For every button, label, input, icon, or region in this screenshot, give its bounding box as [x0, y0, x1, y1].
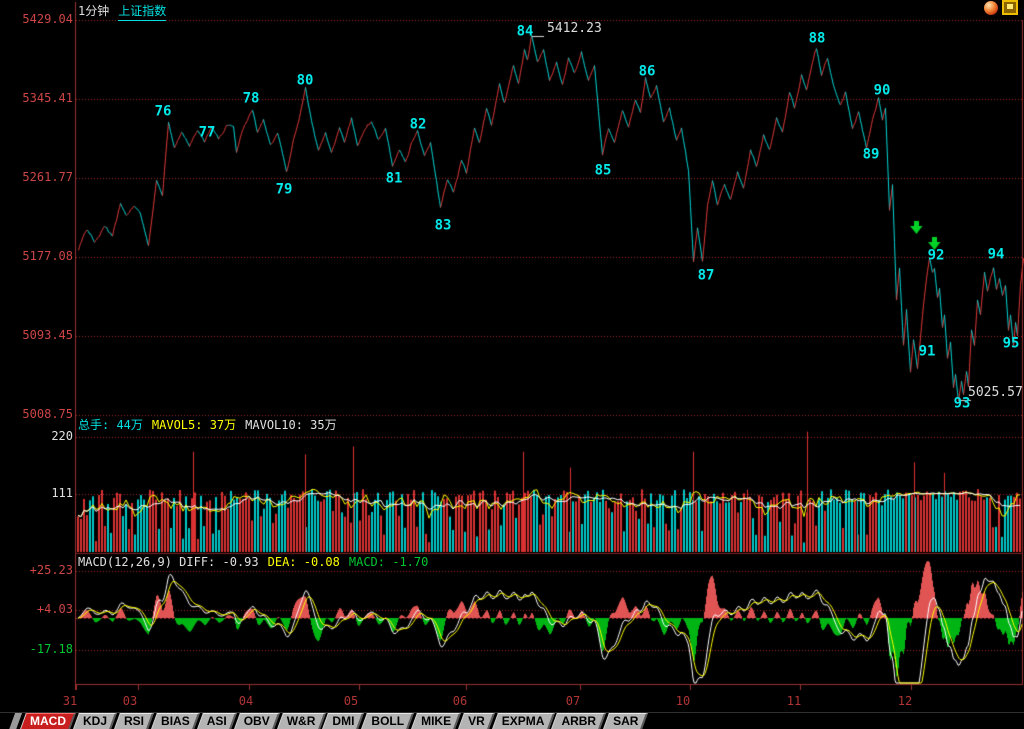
timeframe-label: 1分钟: [78, 2, 109, 21]
chart-title: 1分钟 上证指数: [78, 2, 166, 21]
volume-header-item: MAVOL5: 37万: [152, 416, 236, 433]
volume-header-item: 总手: 44万: [78, 416, 143, 433]
macd-header-item: MACD(12,26,9) DIFF: -0.93: [78, 555, 259, 569]
symbol-link[interactable]: 上证指数: [118, 2, 166, 21]
tab-label: ARBR: [554, 713, 603, 729]
volume-header-item: MAVOL10: 35万: [245, 416, 336, 433]
stock-app-window: 1分钟 上证指数 5429.045345.415261.775177.08509…: [0, 0, 1024, 729]
tab-boll[interactable]: BOLL: [364, 713, 411, 729]
tab-vr[interactable]: VR: [461, 713, 492, 729]
tab-label: SAR: [606, 713, 645, 729]
tab-label: KDJ: [76, 713, 114, 729]
tab-wr[interactable]: W&R: [280, 713, 323, 729]
tab-label: VR: [461, 713, 492, 729]
tab-label: OBV: [237, 713, 277, 729]
macd-header: MACD(12,26,9) DIFF: -0.93 DEA: -0.08 MACD:…: [78, 555, 428, 569]
tab-label: RSI: [117, 713, 151, 729]
tab-label: BIAS: [154, 713, 197, 729]
tab-label: MACD: [23, 713, 73, 729]
window-restore-glyph: [1007, 4, 1013, 9]
tab-mike[interactable]: MIKE: [414, 713, 458, 729]
tab-arbr[interactable]: ARBR: [554, 713, 603, 729]
macd-header-item: MACD: -1.70: [349, 555, 428, 569]
tab-label: BOLL: [364, 713, 411, 729]
tab-kdj[interactable]: KDJ: [76, 713, 114, 729]
tab-label: W&R: [280, 713, 323, 729]
globe-icon[interactable]: [984, 1, 998, 15]
tab-label: EXPMA: [495, 713, 552, 729]
tab-sar[interactable]: SAR: [606, 713, 645, 729]
tab-asi[interactable]: ASI: [200, 713, 234, 729]
chart-canvas[interactable]: [0, 0, 1024, 729]
macd-header-item: DEA: -0.08: [268, 555, 340, 569]
tab-macd[interactable]: MACD: [23, 713, 73, 729]
tab-label: DMI: [325, 713, 361, 729]
tab-rsi[interactable]: RSI: [117, 713, 151, 729]
indicator-tab-bar: MACDKDJRSIBIASASIOBVW&RDMIBOLLMIKEVREXPM…: [0, 712, 1024, 729]
volume-header: 总手: 44万 MAVOL5: 37万 MAVOL10: 35万: [78, 416, 337, 433]
tab-obv[interactable]: OBV: [237, 713, 277, 729]
tab-expma[interactable]: EXPMA: [495, 713, 552, 729]
tab-bias[interactable]: BIAS: [154, 713, 197, 729]
tab-dmi[interactable]: DMI: [325, 713, 361, 729]
tab-label: ASI: [200, 713, 234, 729]
tab-label: MIKE: [414, 713, 458, 729]
window-restore-icon[interactable]: [1002, 0, 1018, 15]
